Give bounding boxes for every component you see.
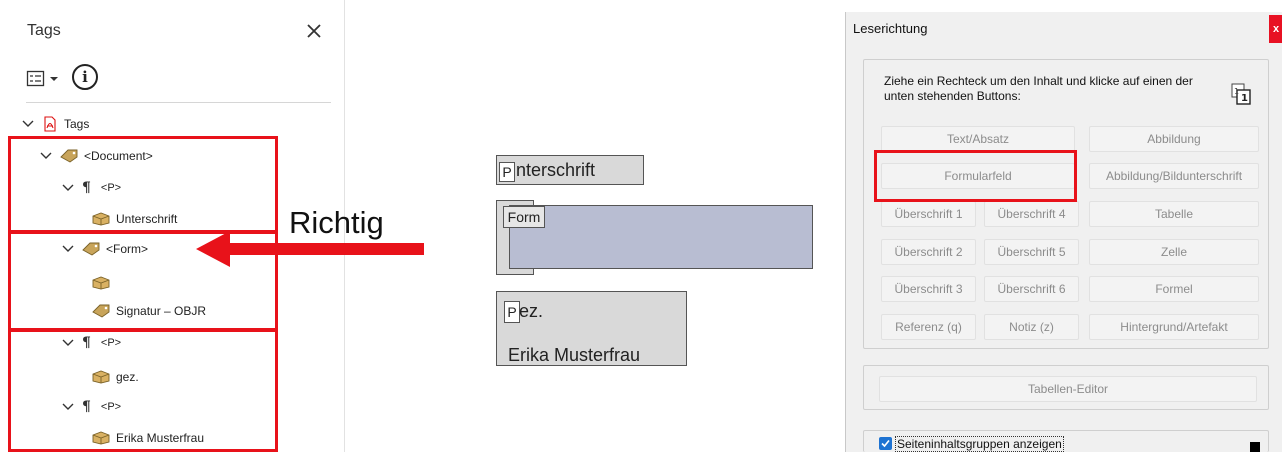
figure-caption-button[interactable]: Abbildung/Bildunterschrift [1089, 163, 1259, 189]
page-tag-box[interactable]: P ez. Erika Musterfrau [496, 291, 687, 366]
page-text: nterschrift [516, 160, 596, 180]
heading-2-button[interactable]: Überschrift 2 [881, 239, 976, 265]
panel-title: Leserichtung [853, 21, 928, 36]
table-editor-button[interactable]: Tabellen-Editor [879, 376, 1257, 402]
figure-button[interactable]: Abbildung [1089, 126, 1259, 152]
reading-order-icon[interactable]: 1 1 [1231, 83, 1251, 105]
heading-5-button[interactable]: Überschrift 5 [984, 239, 1079, 265]
tag-type-label: Form [503, 206, 545, 228]
options-menu-icon[interactable] [26, 68, 64, 90]
close-icon[interactable] [303, 20, 325, 42]
highlight-box [8, 329, 278, 452]
text-paragraph-button[interactable]: Text/Absatz [881, 126, 1075, 152]
page-content-groups-checkbox[interactable] [879, 437, 892, 450]
tag-type-label: P [504, 301, 520, 323]
info-icon[interactable]: i [72, 64, 98, 90]
table-button[interactable]: Tabelle [1089, 201, 1259, 227]
panel-title: Tags [27, 22, 61, 39]
checkbox-label[interactable]: Seiteninhaltsgruppen anzeigen [895, 436, 1064, 452]
arrow-left-icon [196, 231, 424, 267]
page-text: Erika Musterfrau [508, 345, 641, 365]
divider [26, 102, 331, 103]
heading-3-button[interactable]: Überschrift 3 [881, 276, 976, 302]
highlight-box [874, 150, 1077, 202]
checkmark-icon [881, 439, 890, 448]
highlight-box [8, 136, 278, 233]
reference-button[interactable]: Referenz (q) [881, 314, 976, 340]
reading-order-panel: Leserichtung x Ziehe ein Rechteck um den… [845, 12, 1282, 452]
tag-type-label: P [499, 162, 515, 182]
close-button[interactable]: x [1269, 15, 1282, 43]
instruction-text: Ziehe ein Rechteck um den Inhalt und kli… [884, 74, 1193, 103]
note-button[interactable]: Notiz (z) [984, 314, 1079, 340]
button-group: Tabellen-Editor [863, 365, 1269, 410]
page-text: ez. [519, 301, 544, 321]
heading-1-button[interactable]: Überschrift 1 [881, 201, 976, 227]
formula-button[interactable]: Formel [1089, 276, 1259, 302]
background-artifact-button[interactable]: Hintergrund/Artefakt [1089, 314, 1259, 340]
chevron-down-icon[interactable] [20, 116, 36, 132]
button-group: Ziehe ein Rechteck um den Inhalt und kli… [863, 59, 1269, 349]
svg-text:1: 1 [1234, 87, 1239, 96]
cell-button[interactable]: Zelle [1089, 239, 1259, 265]
heading-6-button[interactable]: Überschrift 6 [984, 276, 1079, 302]
pdf-icon [42, 116, 58, 132]
form-field[interactable] [509, 205, 813, 269]
color-swatch[interactable] [1250, 442, 1260, 452]
svg-text:1: 1 [1241, 93, 1248, 104]
tree-label: Tags [64, 117, 90, 131]
checkbox-group: Seiteninhaltsgruppen anzeigen [863, 430, 1269, 452]
page-tag-box[interactable]: P nterschrift [496, 155, 644, 185]
heading-4-button[interactable]: Überschrift 4 [984, 201, 1079, 227]
tree-root-tags[interactable]: Tags [20, 113, 89, 135]
